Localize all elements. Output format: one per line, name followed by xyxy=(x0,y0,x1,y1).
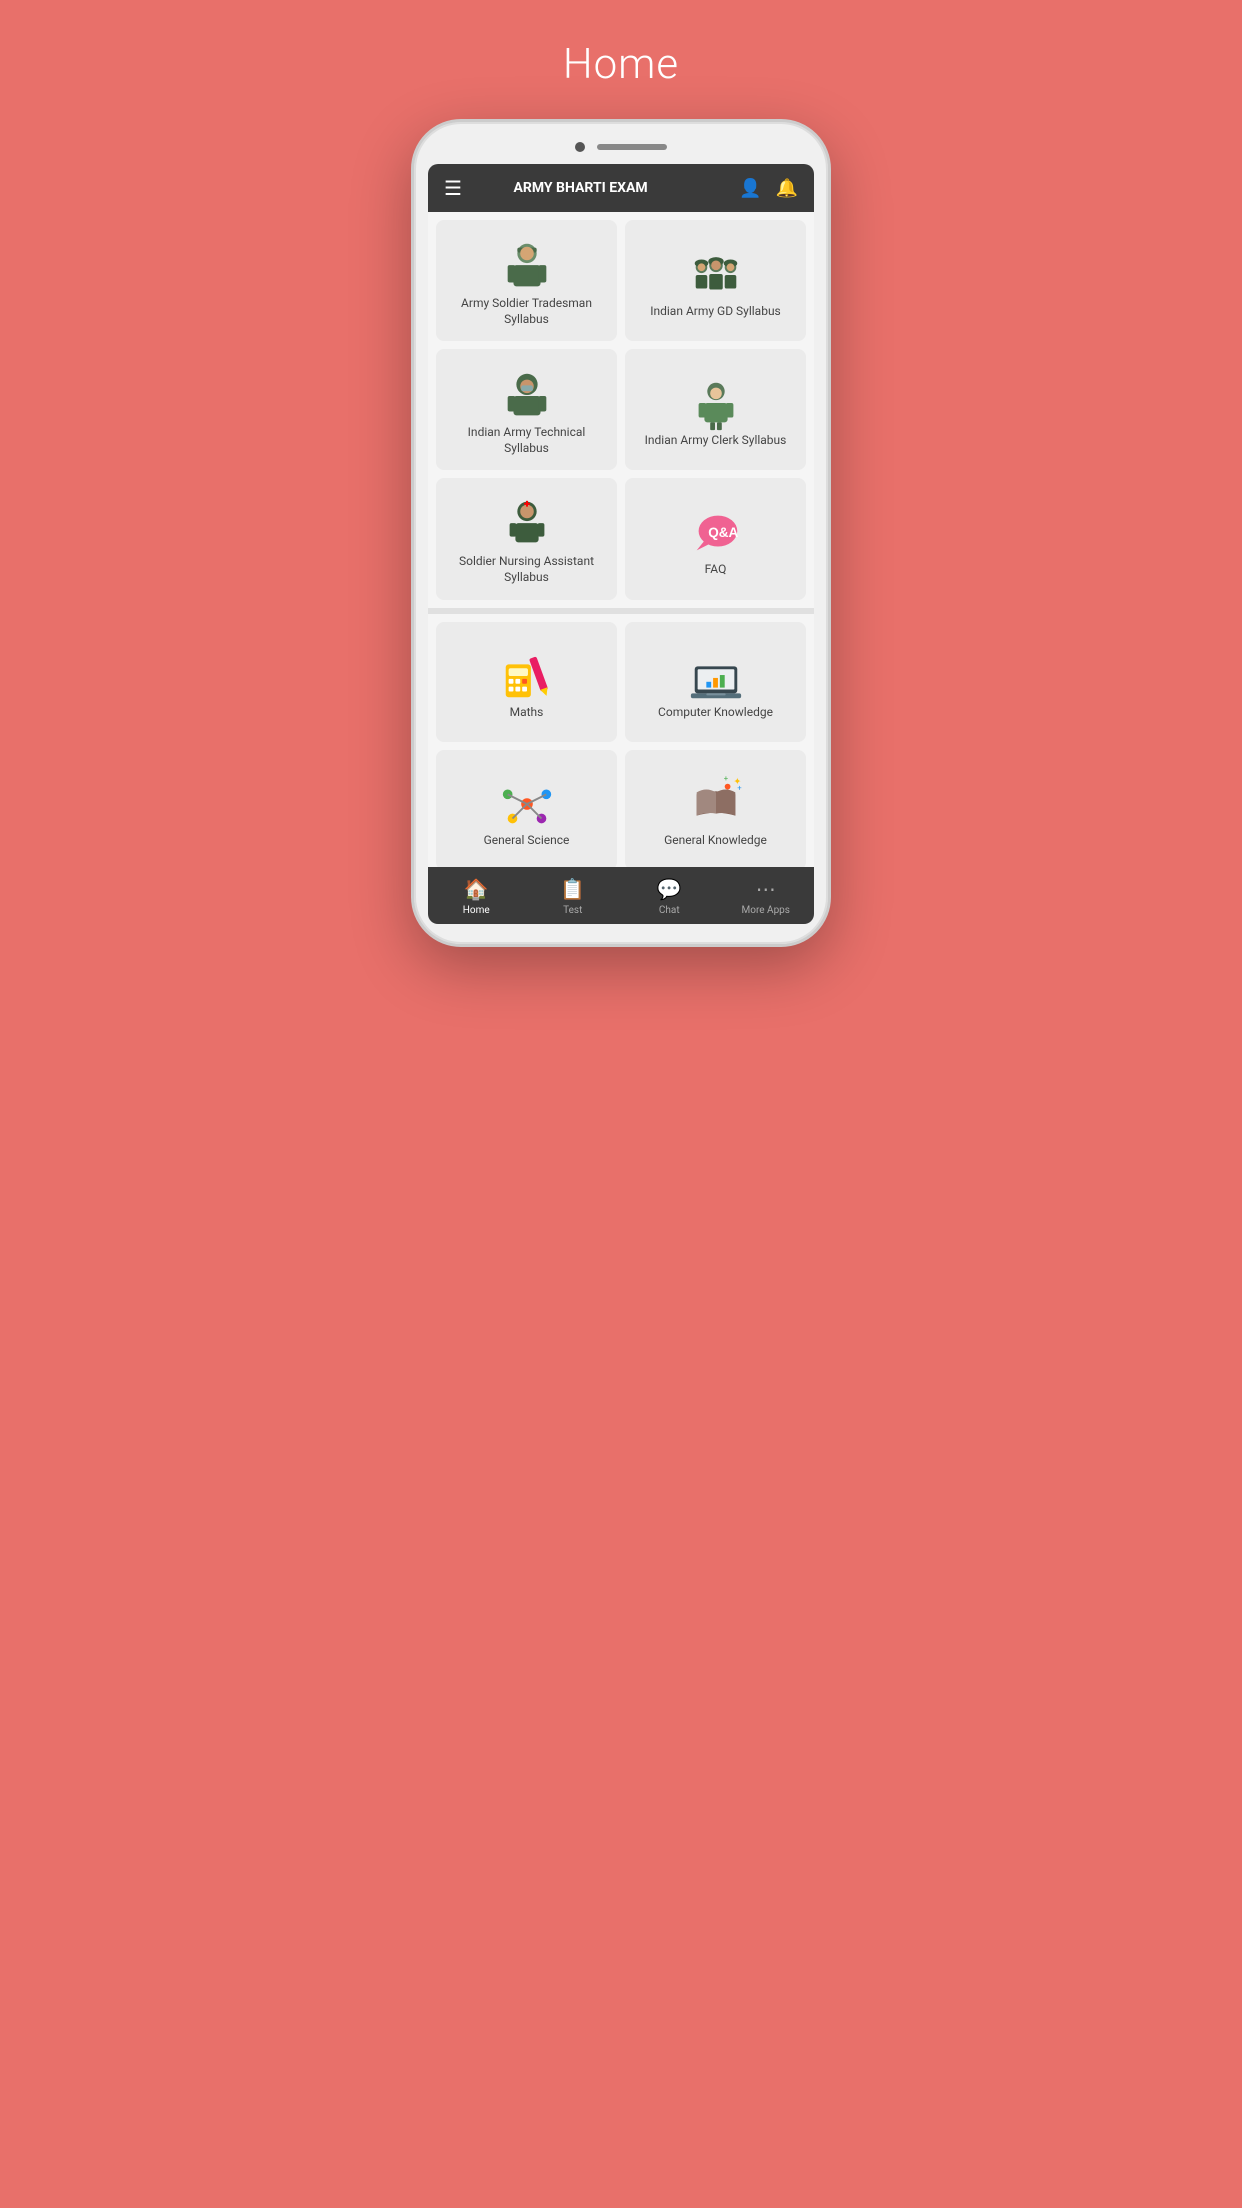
card-soldier-nursing[interactable]: Soldier Nursing Assistant Syllabus xyxy=(436,478,617,599)
chat-nav-icon: 💬 xyxy=(657,877,682,901)
bottom-nav: 🏠 Home 📋 Test 💬 Chat ⋯ More Apps xyxy=(428,867,814,924)
camera-dot xyxy=(575,142,585,152)
nav-more-label: More Apps xyxy=(742,905,790,916)
card-label-computer: Computer Knowledge xyxy=(658,705,773,721)
section-divider xyxy=(428,608,814,614)
bell-icon[interactable]: 🔔 xyxy=(776,178,798,199)
soldier-clerk-icon xyxy=(687,375,745,433)
nav-home-label: Home xyxy=(463,905,490,916)
nav-test[interactable]: 📋 Test xyxy=(525,867,622,924)
phone-top xyxy=(428,142,814,152)
card-label-gd: Indian Army GD Syllabus xyxy=(650,304,781,320)
card-maths[interactable]: Maths xyxy=(436,622,617,742)
card-label-tradesman: Army Soldier Tradesman Syllabus xyxy=(446,296,607,327)
nav-chat[interactable]: 💬 Chat xyxy=(621,867,718,924)
card-general-science[interactable]: General Science xyxy=(436,750,617,867)
card-label-science: General Science xyxy=(484,833,570,849)
soldier-technical-icon xyxy=(498,367,556,425)
card-indian-army-gd[interactable]: Indian Army GD Syllabus xyxy=(625,220,806,341)
header-icons: 👤 🔔 xyxy=(739,178,798,199)
phone-screen: ☰ ARMY BHARTI EXAM 👤 🔔 xyxy=(428,164,814,924)
nav-home[interactable]: 🏠 Home xyxy=(428,867,525,924)
card-army-soldier-tradesman[interactable]: Army Soldier Tradesman Syllabus xyxy=(436,220,617,341)
card-label-maths: Maths xyxy=(510,705,544,721)
test-nav-icon: 📋 xyxy=(560,877,585,901)
card-label-clerk: Indian Army Clerk Syllabus xyxy=(645,433,787,449)
faq-icon: Q&A xyxy=(687,504,745,562)
soldier-gd-icon xyxy=(687,246,745,304)
card-indian-army-technical[interactable]: Indian Army Technical Syllabus xyxy=(436,349,617,470)
user-icon[interactable]: 👤 xyxy=(739,178,761,199)
svg-text:Q&A: Q&A xyxy=(708,525,738,540)
app-content: Army Soldier Tradesman Syllabus xyxy=(428,212,814,867)
computer-icon xyxy=(687,647,745,705)
svg-text:+: + xyxy=(723,775,728,783)
subjects-section: Maths xyxy=(436,622,806,867)
card-computer[interactable]: Computer Knowledge xyxy=(625,622,806,742)
science-icon xyxy=(498,775,556,833)
gk-icon: ✦ + + xyxy=(687,775,745,833)
more-nav-icon: ⋯ xyxy=(756,877,776,901)
app-header-title: ARMY BHARTI EXAM xyxy=(434,180,727,196)
nav-test-label: Test xyxy=(563,905,582,916)
card-label-nursing: Soldier Nursing Assistant Syllabus xyxy=(446,554,607,585)
nav-more-apps[interactable]: ⋯ More Apps xyxy=(718,867,815,924)
soldier-tradesman-icon xyxy=(498,238,556,296)
page-title: Home xyxy=(563,40,679,89)
syllabus-section: Army Soldier Tradesman Syllabus xyxy=(436,220,806,600)
card-label-gk: General Knowledge xyxy=(664,833,767,849)
card-general-knowledge[interactable]: ✦ + + General Knowledge xyxy=(625,750,806,867)
phone-frame: ☰ ARMY BHARTI EXAM 👤 🔔 xyxy=(411,119,831,947)
card-faq[interactable]: Q&A FAQ xyxy=(625,478,806,599)
speaker xyxy=(597,144,667,150)
home-nav-icon: 🏠 xyxy=(464,877,489,901)
maths-icon xyxy=(498,647,556,705)
app-header: ☰ ARMY BHARTI EXAM 👤 🔔 xyxy=(428,164,814,212)
card-label-faq: FAQ xyxy=(705,562,727,578)
card-indian-army-clerk[interactable]: Indian Army Clerk Syllabus xyxy=(625,349,806,470)
soldier-nursing-icon xyxy=(498,496,556,554)
card-label-technical: Indian Army Technical Syllabus xyxy=(446,425,607,456)
svg-text:+: + xyxy=(737,783,742,792)
nav-chat-label: Chat xyxy=(659,905,680,916)
